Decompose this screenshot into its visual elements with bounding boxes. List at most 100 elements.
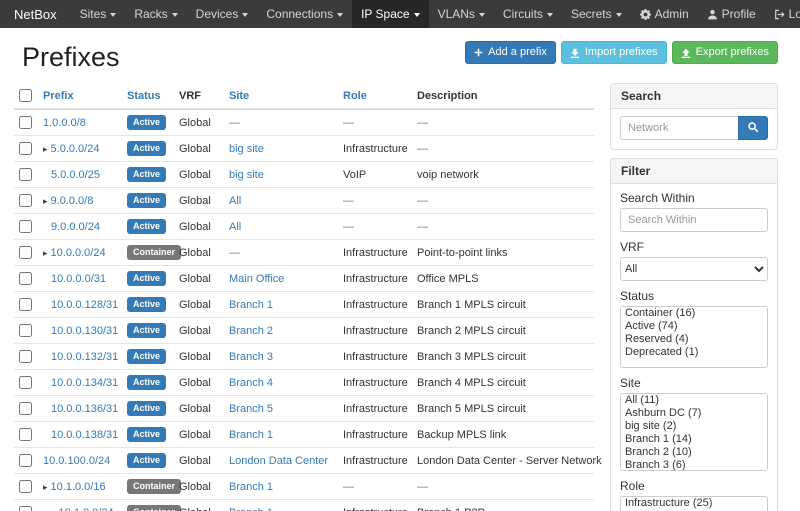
vrf-select[interactable]: All [620, 257, 768, 281]
prefix-link[interactable]: 10.0.0.130/31 [51, 325, 118, 337]
prefix-link[interactable]: 10.0.100.0/24 [43, 455, 110, 467]
status-badge: Active [127, 167, 166, 182]
site-link[interactable]: Branch 2 [229, 325, 273, 337]
column-header-status[interactable]: Status [122, 83, 174, 109]
listbox-option[interactable]: Reserved (4) [621, 333, 767, 346]
site-link[interactable]: Branch 1 [229, 429, 273, 441]
nav-item-racks[interactable]: Racks [125, 0, 186, 28]
nav-item-log-out[interactable]: Log out [765, 0, 800, 28]
site-link[interactable]: All [229, 195, 241, 207]
expand-toggle-icon[interactable]: ▸ [43, 144, 48, 155]
nav-item-sites[interactable]: Sites [71, 0, 126, 28]
row-checkbox[interactable] [19, 298, 32, 311]
site-link[interactable]: Branch 4 [229, 377, 273, 389]
action-buttons: Add a prefixImport prefixesExport prefix… [465, 41, 778, 64]
row-checkbox[interactable] [19, 194, 32, 207]
description-cell: — [412, 214, 594, 240]
prefix-link[interactable]: 10.0.0.128/31 [51, 299, 118, 311]
row-checkbox[interactable] [19, 220, 32, 233]
column-header-prefix[interactable]: Prefix [38, 83, 122, 109]
row-checkbox[interactable] [19, 272, 32, 285]
expand-toggle-icon[interactable]: ▸ [51, 508, 56, 511]
select-all-checkbox[interactable] [19, 89, 32, 102]
site-listbox[interactable]: All (11)Ashburn DC (7)big site (2)Branch… [620, 393, 768, 471]
sort-link[interactable]: Prefix [43, 90, 74, 102]
prefix-link[interactable]: 10.1.0.0/16 [51, 481, 106, 493]
brand-netbox[interactable]: NetBox [0, 0, 71, 28]
add-prefix-button[interactable]: Add a prefix [465, 41, 556, 64]
nav-item-ip-space[interactable]: IP Space [352, 0, 428, 28]
listbox-option[interactable]: Active (74) [621, 320, 767, 333]
site-link[interactable]: Branch 1 [229, 299, 273, 311]
listbox-option[interactable]: big site (2) [621, 420, 767, 433]
search-within-input[interactable] [620, 208, 768, 232]
row-checkbox[interactable] [19, 324, 32, 337]
prefix-link[interactable]: 10.1.0.0/24 [59, 507, 114, 511]
row-checkbox[interactable] [19, 428, 32, 441]
column-header-role[interactable]: Role [338, 83, 412, 109]
row-checkbox[interactable] [19, 376, 32, 389]
prefix-link[interactable]: 9.0.0.0/8 [51, 195, 94, 207]
nav-item-admin[interactable]: Admin [631, 0, 698, 28]
site-link[interactable]: London Data Center [229, 455, 328, 467]
row-checkbox[interactable] [19, 116, 32, 129]
prefix-link[interactable]: 10.0.0.138/31 [51, 429, 118, 441]
row-checkbox[interactable] [19, 168, 32, 181]
listbox-option[interactable]: Infrastructure (25) [621, 497, 767, 510]
expand-toggle-icon[interactable]: ▸ [43, 482, 48, 493]
nav-item-profile[interactable]: Profile [698, 0, 765, 28]
site-link[interactable]: big site [229, 169, 264, 181]
prefix-link[interactable]: 10.0.0.134/31 [51, 377, 118, 389]
prefix-link[interactable]: 1.0.0.0/8 [43, 117, 86, 129]
export-prefixes-button[interactable]: Export prefixes [672, 41, 778, 64]
status-badge: Active [127, 115, 166, 130]
search-input[interactable] [620, 116, 739, 140]
prefix-link[interactable]: 5.0.0.0/24 [51, 143, 100, 155]
prefix-link[interactable]: 10.0.0.0/24 [51, 247, 106, 259]
sort-link[interactable]: Site [229, 90, 249, 102]
nav-item-vlans[interactable]: VLANs [429, 0, 494, 28]
row-checkbox[interactable] [19, 350, 32, 363]
import-prefixes-button[interactable]: Import prefixes [561, 41, 667, 64]
role-cell: Infrastructure [338, 136, 412, 162]
site-link[interactable]: big site [229, 143, 264, 155]
site-link[interactable]: All [229, 221, 241, 233]
site-link[interactable]: Branch 5 [229, 403, 273, 415]
listbox-option[interactable]: Ashburn DC (7) [621, 407, 767, 420]
row-checkbox[interactable] [19, 480, 32, 493]
role-listbox[interactable]: Infrastructure (25)Management (8)Private… [620, 496, 768, 511]
site-link[interactable]: Branch 1 [229, 507, 273, 511]
nav-item-secrets[interactable]: Secrets [562, 0, 631, 28]
row-checkbox[interactable] [19, 402, 32, 415]
nav-item-circuits[interactable]: Circuits [494, 0, 562, 28]
nav-item-connections[interactable]: Connections [257, 0, 352, 28]
sort-link[interactable]: Status [127, 90, 161, 102]
nav-item-label: Sites [80, 7, 107, 21]
prefix-link[interactable]: 5.0.0.0/25 [51, 169, 100, 181]
site-link[interactable]: Branch 3 [229, 351, 273, 363]
listbox-option[interactable]: Container (16) [621, 307, 767, 320]
prefix-link[interactable]: 10.0.0.0/31 [51, 273, 106, 285]
row-checkbox[interactable] [19, 142, 32, 155]
column-header-site[interactable]: Site [224, 83, 338, 109]
status-listbox[interactable]: Container (16)Active (74)Reserved (4)Dep… [620, 306, 768, 368]
site-link[interactable]: Main Office [229, 273, 284, 285]
expand-toggle-icon[interactable]: ▸ [43, 196, 48, 207]
prefix-link[interactable]: 10.0.0.132/31 [51, 351, 118, 363]
listbox-option[interactable]: All (11) [621, 394, 767, 407]
prefix-link[interactable]: 10.0.0.136/31 [51, 403, 118, 415]
listbox-option[interactable]: Deprecated (1) [621, 346, 767, 359]
row-checkbox[interactable] [19, 454, 32, 467]
prefix-link[interactable]: 9.0.0.0/24 [51, 221, 100, 233]
listbox-option[interactable]: Branch 3 (6) [621, 459, 767, 471]
listbox-option[interactable]: Branch 2 (10) [621, 446, 767, 459]
search-button[interactable] [738, 116, 768, 140]
site-link[interactable]: Branch 1 [229, 481, 273, 493]
nav-item-devices[interactable]: Devices [187, 0, 258, 28]
expand-toggle-icon[interactable]: ▸ [43, 248, 48, 259]
sort-link[interactable]: Role [343, 90, 367, 102]
listbox-option[interactable]: Branch 1 (14) [621, 433, 767, 446]
row-checkbox[interactable] [19, 246, 32, 259]
log-out-icon [774, 9, 785, 20]
row-checkbox[interactable] [19, 506, 32, 511]
